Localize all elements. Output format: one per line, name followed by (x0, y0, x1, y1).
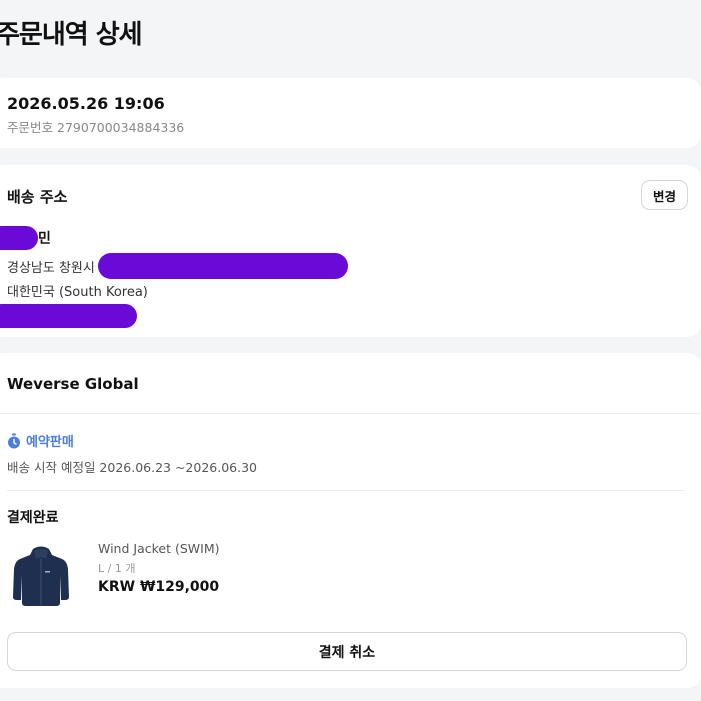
product-thumbnail[interactable] (12, 545, 70, 607)
order-number-row: 주문번호 2790700034884336 (7, 117, 188, 136)
recipient-name: 민 (38, 231, 51, 247)
change-address-button[interactable]: 변경 (641, 180, 688, 210)
product-option: L / 1 개 (98, 562, 136, 575)
order-number: 2790700034884336 (57, 120, 185, 135)
seller-order-card: Weverse Global 예약판매 배송 시작 예정일 2026.06.23… (0, 353, 701, 688)
preorder-label: 예약판매 (26, 435, 74, 450)
page-title: 주문내역 상세 (0, 20, 143, 50)
address-line: 경상남도 창원시 (7, 261, 95, 276)
divider (7, 490, 685, 491)
shipping-schedule: 배송 시작 예정일 2026.06.23 ~2026.06.30 (7, 460, 258, 475)
shipping-address-card: 배송 주소 변경 민 경상남도 창원시 대한민국 (South Korea) (0, 165, 701, 337)
stopwatch-icon (8, 433, 20, 448)
payment-status: 결제완료 (7, 510, 59, 526)
country-line: 대한민국 (South Korea) (7, 285, 148, 300)
divider (0, 413, 701, 414)
order-datetime: 2026.05.26 19:06 (7, 94, 165, 113)
redaction-mark (98, 253, 348, 279)
order-summary-card: 2026.05.26 19:06 주문번호 2790700034884336 (0, 78, 701, 148)
product-name[interactable]: Wind Jacket (SWIM) (98, 541, 219, 556)
shipping-address-title: 배송 주소 (7, 188, 68, 206)
product-price: KRW ₩129,000 (98, 579, 220, 595)
cancel-payment-button[interactable]: 결제 취소 (7, 632, 687, 671)
preorder-badge: 예약판매 (7, 431, 74, 450)
redaction-mark (0, 304, 137, 328)
seller-name: Weverse Global (7, 375, 139, 393)
redaction-mark (0, 226, 38, 250)
order-number-label: 주문번호 (7, 120, 54, 135)
